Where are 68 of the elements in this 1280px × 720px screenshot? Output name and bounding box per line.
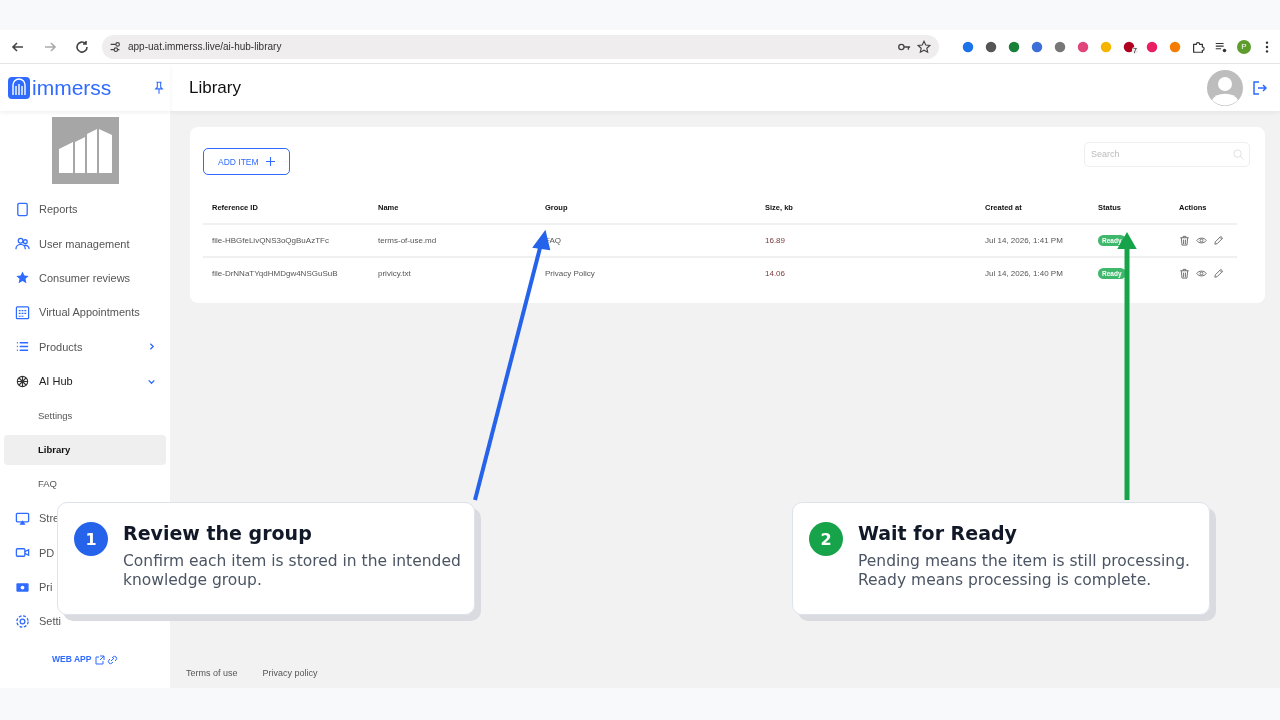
pencil-icon[interactable] xyxy=(1213,268,1224,279)
extension-icon[interactable] xyxy=(961,39,975,54)
table-cell: privicy.txt xyxy=(378,269,411,278)
trash-icon[interactable] xyxy=(1179,268,1190,279)
nav-icon xyxy=(15,373,30,389)
sidebar-item[interactable]: AI Hub xyxy=(4,363,166,399)
add-item-button[interactable]: ADD ITEM xyxy=(203,148,290,175)
table-cell: 14.06 xyxy=(765,269,786,278)
sidebar-item[interactable]: Virtual Appointments xyxy=(4,295,166,330)
logo-icon xyxy=(8,76,30,99)
nav-icon xyxy=(15,270,30,286)
table-cell: Privacy Policy xyxy=(545,269,595,278)
table-cell: file-DrNNaTYqdHMDgw4NSGuSuB xyxy=(212,269,338,278)
address-bar[interactable]: app-uat.immerss.live/ai-hub-library xyxy=(102,34,939,59)
search-field[interactable]: Search xyxy=(1084,141,1250,167)
table-cell: Jul 14, 2026, 1:41 PM xyxy=(985,236,1063,245)
callout-title: Review the group xyxy=(123,522,313,544)
external-link-icon[interactable] xyxy=(95,655,119,665)
footer-link[interactable]: Privacy policy xyxy=(262,668,318,678)
logo-text: immerss xyxy=(32,75,112,100)
nav-icon xyxy=(15,510,30,526)
extension-icon[interactable] xyxy=(984,39,998,54)
extension-icon[interactable] xyxy=(1030,39,1044,54)
pin-icon[interactable] xyxy=(154,80,164,95)
sidebar-item[interactable]: Reports xyxy=(4,192,166,227)
logout-icon[interactable] xyxy=(1252,79,1268,96)
pencil-icon[interactable] xyxy=(1213,235,1224,246)
callout-title: Wait for Ready xyxy=(858,522,1018,544)
nav-icon xyxy=(15,236,30,252)
puzzle-icon[interactable] xyxy=(1191,39,1205,54)
extension-icon[interactable] xyxy=(1145,39,1159,54)
sidebar-item[interactable]: FAQ xyxy=(4,466,166,502)
web-app-link[interactable]: WEB APP xyxy=(52,654,92,664)
callout-text: Pending means the item is still processing. Ready means processing is complete. xyxy=(858,552,1191,590)
sidebar-item[interactable]: Products xyxy=(4,329,166,364)
sidebar-item[interactable]: Pri xyxy=(4,569,55,605)
search-icon xyxy=(1233,148,1244,160)
eye-icon[interactable] xyxy=(1196,268,1207,279)
trash-icon[interactable] xyxy=(1179,235,1190,246)
extension-icon[interactable] xyxy=(1007,39,1021,54)
building-icon xyxy=(51,117,119,184)
callout-text: Confirm each item is stored in the intended knowledge group. xyxy=(123,552,462,590)
sidebar-item[interactable]: Consumer reviews xyxy=(4,260,166,296)
extension-icon[interactable] xyxy=(1076,39,1090,54)
url-text: app-uat.immerss.live/ai-hub-library xyxy=(128,41,283,52)
extension-icon[interactable] xyxy=(1122,39,1136,54)
step-number: 1 xyxy=(74,522,108,556)
table-cell: Jul 14, 2026, 1:40 PM xyxy=(985,269,1063,278)
footer-link[interactable]: Terms of use xyxy=(186,668,238,678)
nav-icon xyxy=(15,201,30,217)
sidebar-item[interactable]: Setti xyxy=(4,604,63,639)
table-cell: file-HBGfeLivQNS3oQgBuAzTFc xyxy=(212,236,329,245)
table-cell: terms-of-use.md xyxy=(378,236,437,245)
sidebar-item[interactable]: PD xyxy=(4,535,57,570)
extension-icon[interactable] xyxy=(1053,39,1067,54)
step-number: 2 xyxy=(809,522,843,556)
page-title: Library xyxy=(189,77,242,98)
nav-icon xyxy=(15,614,30,629)
eye-icon[interactable] xyxy=(1196,235,1207,246)
plus-icon xyxy=(265,157,275,166)
nav-icon xyxy=(15,304,30,320)
site-settings-icon[interactable] xyxy=(108,39,122,54)
reload-icon[interactable] xyxy=(74,38,90,55)
sidebar-item[interactable]: User management xyxy=(4,226,166,261)
table-cell: 16.89 xyxy=(765,236,786,245)
sidebar-item[interactable]: Settings xyxy=(4,398,166,433)
sidebar-item[interactable]: Library xyxy=(4,434,166,465)
star-icon[interactable] xyxy=(917,39,931,54)
